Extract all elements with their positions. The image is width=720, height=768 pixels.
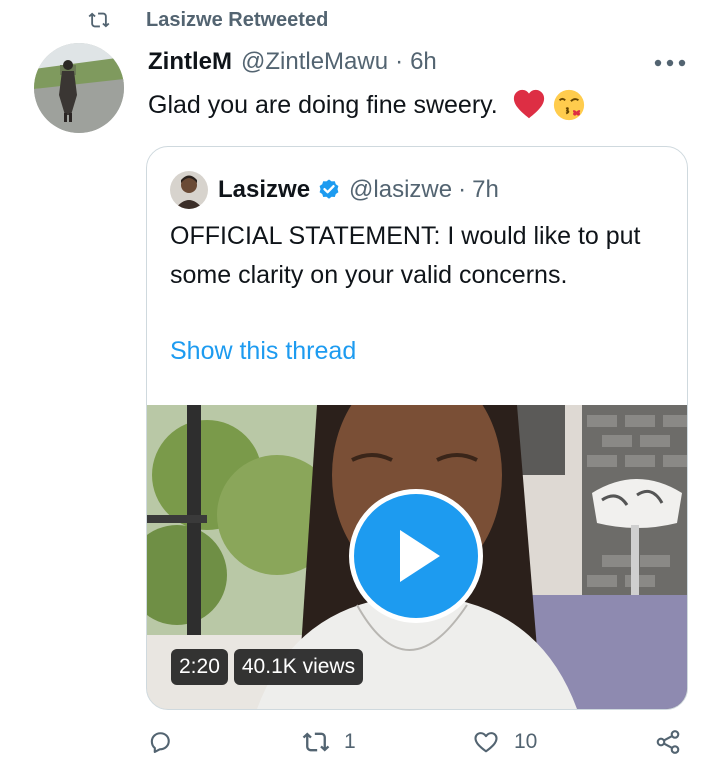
video-badges: 2:20 40.1K views — [171, 649, 364, 685]
retweet-banner[interactable]: Lasizwe Retweeted — [88, 6, 328, 34]
tweet-time[interactable]: 6h — [410, 44, 437, 80]
face-blowing-kiss-emoji — [553, 89, 584, 121]
quoted-separator-dot: · — [458, 176, 467, 203]
like-button[interactable]: 10 — [472, 728, 537, 756]
tweet-text: Glad you are doing fine sweery. — [148, 86, 586, 124]
play-icon — [400, 530, 440, 582]
quoted-author-name[interactable]: Lasizwe — [218, 176, 310, 204]
separator-dot: · — [395, 48, 404, 75]
quoted-tweet-text: OFFICIAL STATEMENT: I would like to put … — [170, 222, 641, 289]
quoted-tweet-time[interactable]: 7h — [472, 176, 499, 204]
author-name[interactable]: ZintleM — [148, 44, 232, 80]
heart-icon — [474, 732, 498, 753]
tweet-header: ZintleM @ZintleMawu · 6h — [148, 44, 437, 80]
video-player[interactable]: 2:20 40.1K views — [147, 405, 687, 709]
share-button[interactable] — [654, 728, 682, 756]
more-options-button[interactable] — [652, 52, 688, 74]
retweet-icon — [88, 12, 110, 28]
like-count: 10 — [514, 730, 538, 753]
video-duration: 2:20 — [171, 649, 228, 685]
play-button[interactable] — [349, 489, 483, 623]
video-views: 40.1K views — [233, 649, 364, 685]
reply-button[interactable] — [146, 728, 188, 756]
tweet-actions: 1 10 — [146, 728, 706, 768]
retweet-button[interactable]: 1 — [302, 728, 356, 756]
author-handle[interactable]: @ZintleMawu — [241, 44, 388, 80]
author-avatar[interactable] — [34, 43, 124, 133]
verified-badge-icon — [319, 179, 339, 199]
retweet-count: 1 — [344, 730, 356, 753]
reply-icon — [150, 732, 170, 753]
avatar-photo — [34, 43, 124, 133]
show-thread-link[interactable]: Show this thread — [170, 337, 356, 366]
quoted-author-avatar[interactable] — [170, 171, 208, 209]
quoted-tweet-header: Lasizwe @lasizwe · 7h — [170, 171, 499, 209]
quoted-author-handle[interactable]: @lasizwe — [349, 176, 452, 204]
quoted-tweet-card[interactable]: Lasizwe @lasizwe · 7h OFFICIAL STATEMENT… — [146, 146, 688, 710]
share-icon — [656, 730, 680, 754]
more-dots-icon — [654, 59, 686, 67]
tweet-text-body: Glad you are doing fine sweery. — [148, 91, 498, 119]
retweet-action-icon — [302, 732, 330, 752]
red-heart-emoji — [513, 89, 544, 119]
retweet-banner-text: Lasizwe Retweeted — [146, 8, 329, 31]
quoted-avatar-photo — [170, 171, 208, 209]
